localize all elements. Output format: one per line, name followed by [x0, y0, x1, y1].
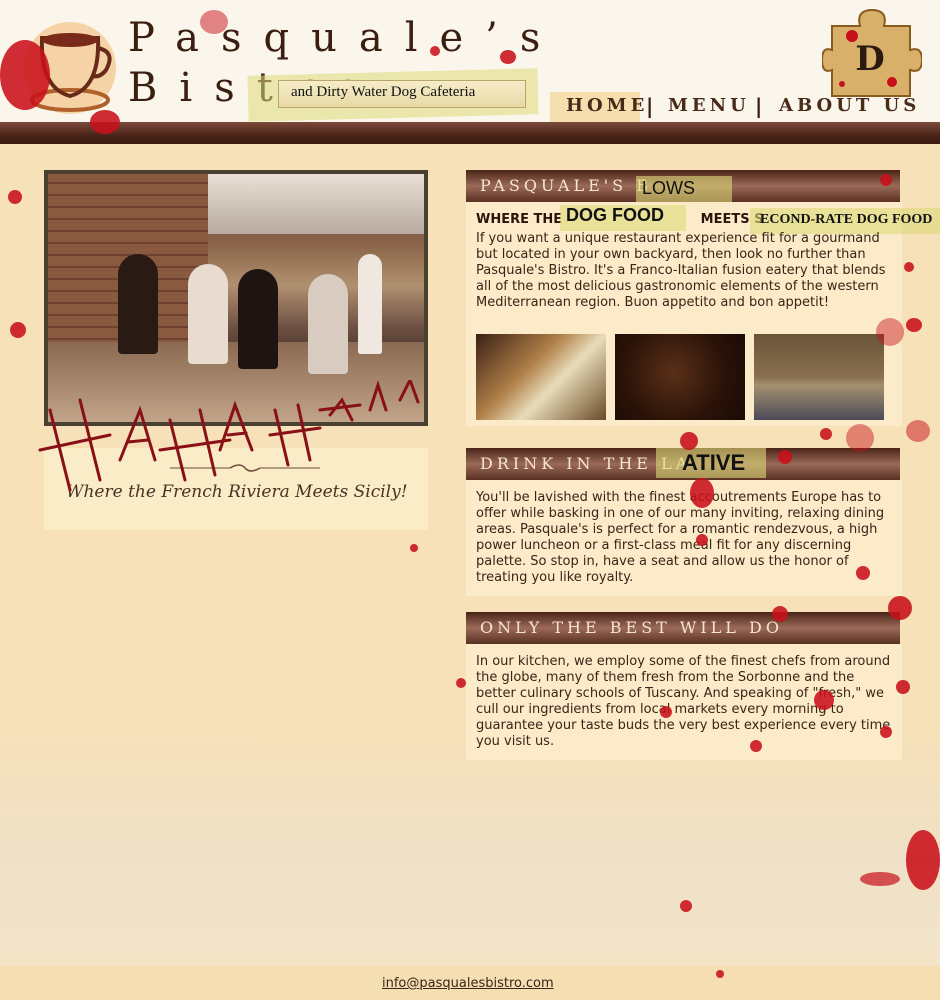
section-paragraph: If you want a unique restaurant experien… — [476, 231, 886, 310]
nav-home-link[interactable]: HOME — [566, 95, 648, 116]
nav-separator: | — [646, 94, 654, 118]
puzzle-letter: D — [855, 39, 884, 79]
patio-photo-thumbnail[interactable] — [754, 334, 884, 420]
site-title-line1: Pasquale’s — [128, 15, 563, 61]
section-heading: ONLY THE BEST WILL DO — [466, 612, 900, 644]
tape-strip: DOG FOOD — [560, 205, 686, 231]
tape-strip: ATIVE — [656, 448, 766, 478]
nav-about-link[interactable]: ABOUT US — [779, 95, 920, 116]
header-bar — [0, 122, 940, 144]
nav-separator: | — [755, 94, 763, 118]
food-photo-thumbnail[interactable] — [476, 334, 606, 420]
section-paragraph: You'll be lavished with the finest accou… — [476, 490, 885, 585]
nav-menu-link[interactable]: MENU — [668, 95, 750, 116]
tagline: and Dirty Water Dog Cafeteria — [278, 80, 526, 108]
subheading-prefix: WHERE THE — [476, 212, 567, 227]
haha-graffiti — [38, 380, 420, 492]
footer-email-link[interactable]: info@pasqualesbistro.com — [382, 976, 554, 991]
puzzle-piece-icon: D — [822, 8, 922, 97]
tape-strip: LOWS — [636, 176, 732, 202]
coffee-photo-thumbnail[interactable] — [615, 334, 745, 420]
